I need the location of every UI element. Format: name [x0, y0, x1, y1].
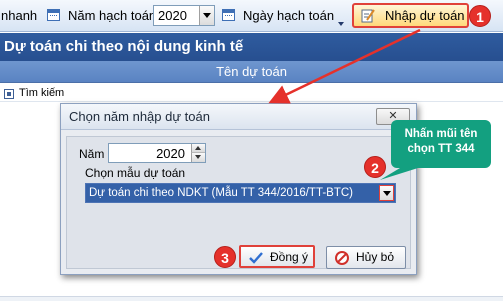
- page-title: Dự toán chi theo nội dung kinh tế: [0, 33, 503, 61]
- search-row[interactable]: Tìm kiếm: [0, 85, 503, 102]
- search-row-icon: [4, 89, 14, 99]
- toolbar-overflow-icon[interactable]: [337, 4, 344, 28]
- dialog-title-text: Chọn năm nhập dự toán: [69, 109, 210, 124]
- year-value: 2020: [158, 8, 187, 23]
- search-label: Tìm kiếm: [19, 87, 65, 99]
- chevron-down-icon[interactable]: [199, 6, 214, 25]
- nhap-du-toan-button[interactable]: Nhập dự toán: [352, 3, 469, 28]
- nam-hach-toan-label: Năm hạch toán: [68, 8, 157, 23]
- tip-line-1: Nhấn mũi tên: [404, 128, 478, 140]
- nam-label: Năm: [79, 147, 105, 161]
- column-header-ten-du-toan[interactable]: Tên dự toán: [0, 61, 503, 83]
- toolbar-nhanh-label[interactable]: nhanh: [1, 0, 37, 32]
- nam-value: 2020: [156, 146, 185, 161]
- toolbar: nhanh Năm hạch toán 2020 Ngày hạch toán …: [0, 0, 503, 32]
- dialog-title: Chọn năm nhập dự toán: [61, 104, 416, 130]
- step-1-badge: 1: [469, 5, 491, 27]
- mau-du-toan-combo[interactable]: Dự toán chi theo NDKT (Mẫu TT 344/2016/T…: [85, 183, 396, 203]
- mau-du-toan-label: Chọn mẫu dự toán: [85, 166, 186, 180]
- calendar-icon: [47, 9, 60, 21]
- edit-document-icon: [361, 9, 375, 23]
- cancel-icon: [335, 251, 349, 265]
- step-2-badge: 2: [364, 156, 386, 178]
- spin-up-icon[interactable]: [191, 144, 205, 153]
- step-3-badge: 3: [214, 246, 236, 268]
- year-combo[interactable]: 2020: [153, 5, 215, 26]
- nhap-du-toan-label: Nhập dự toán: [385, 8, 465, 23]
- chevron-down-icon[interactable]: [379, 185, 394, 201]
- calendar-icon: [222, 9, 235, 21]
- check-icon: [249, 252, 263, 264]
- tip-line-2: chọn TT 344: [407, 143, 475, 155]
- huy-bo-label: Hủy bỏ: [356, 250, 395, 264]
- huy-bo-button[interactable]: Hủy bỏ: [326, 246, 406, 269]
- bottom-edge: [0, 296, 503, 301]
- dong-y-label: Đồng ý: [270, 250, 309, 264]
- mau-du-toan-value: Dự toán chi theo NDKT (Mẫu TT 344/2016/T…: [89, 187, 354, 199]
- instruction-tip: Nhấn mũi tên chọn TT 344: [391, 120, 491, 168]
- nam-spinner[interactable]: 2020: [108, 143, 206, 163]
- dong-y-button[interactable]: Đồng ý: [239, 245, 315, 268]
- ngay-hach-toan-label[interactable]: Ngày hạch toán: [243, 0, 334, 32]
- spin-down-icon[interactable]: [191, 153, 205, 162]
